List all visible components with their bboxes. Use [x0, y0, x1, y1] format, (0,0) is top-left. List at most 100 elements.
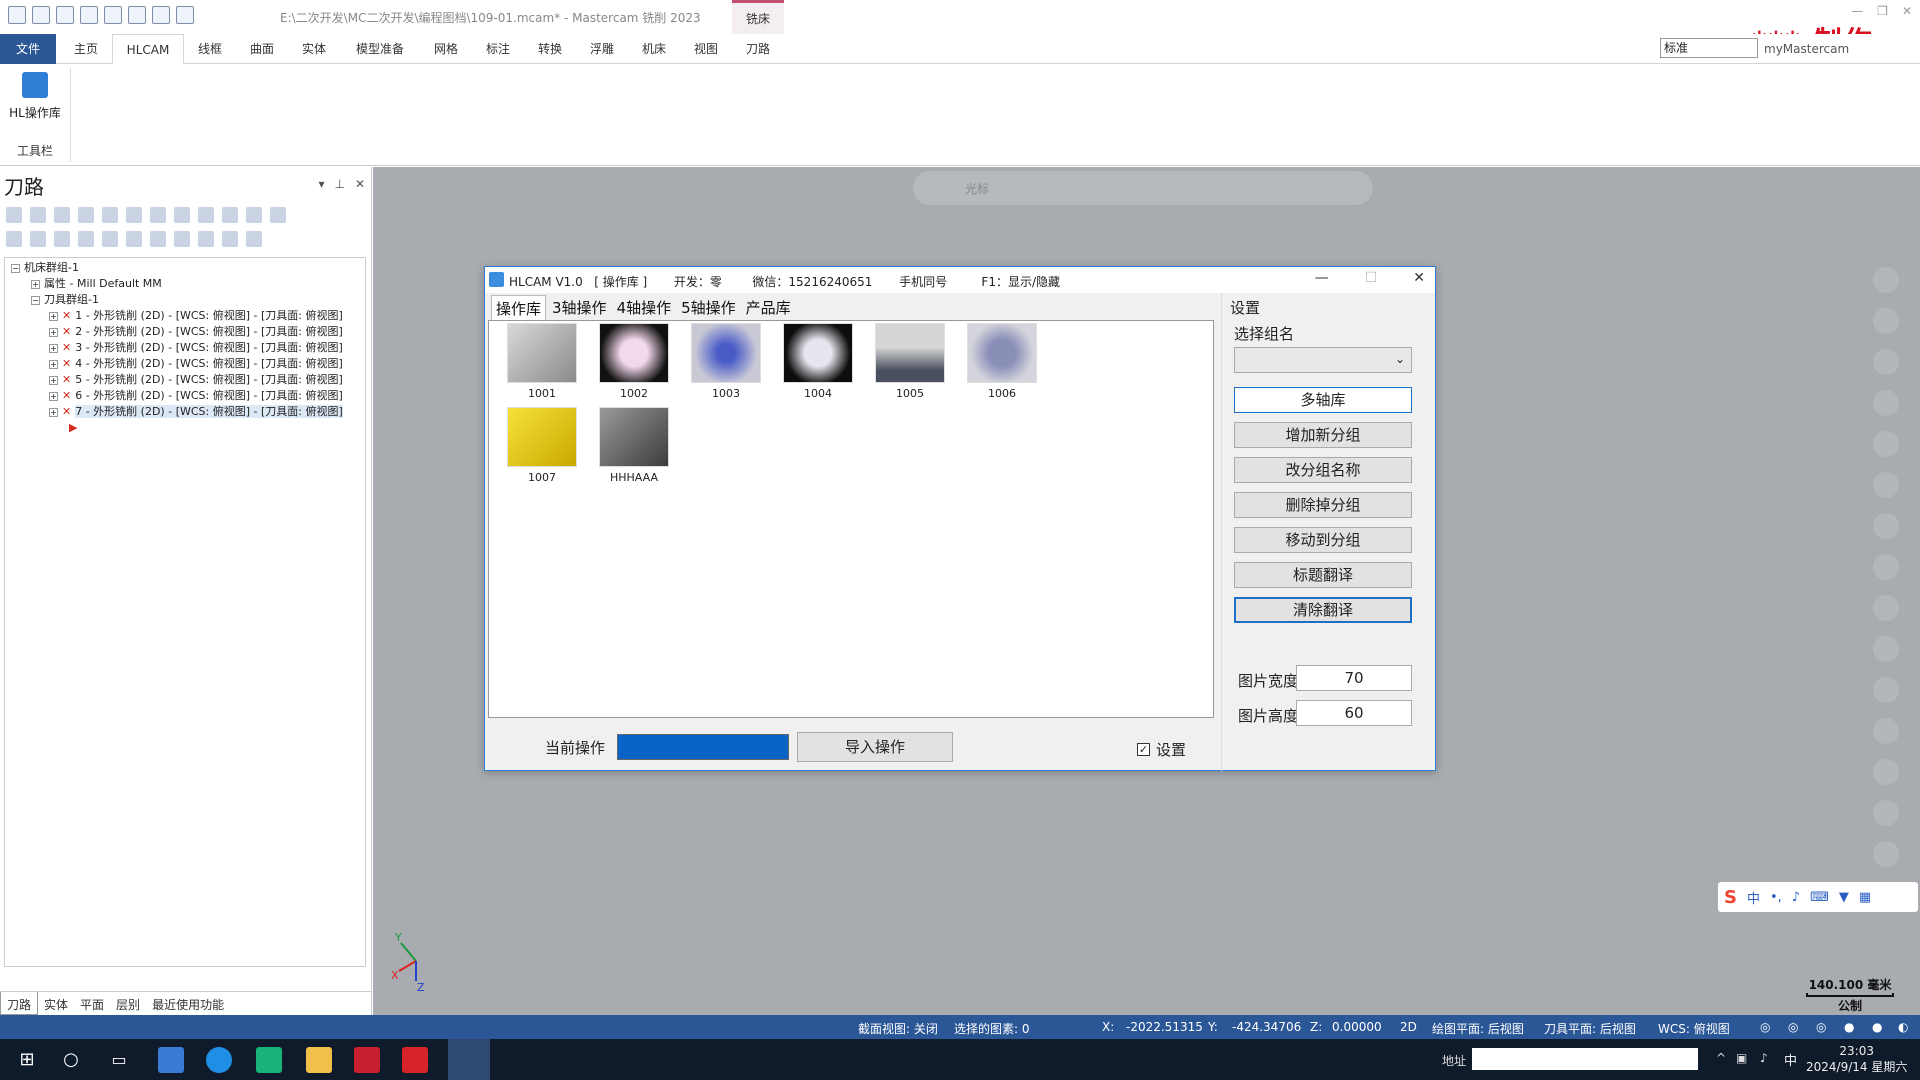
tab-levels-panel[interactable]: 层别 — [110, 992, 146, 1015]
tab-3axis[interactable]: 3轴操作 — [548, 295, 611, 321]
view-icon[interactable] — [222, 231, 238, 247]
cplane-status[interactable]: 绘图平面: 后视图 — [1432, 1020, 1524, 1037]
tab-transform[interactable]: 转换 — [532, 34, 568, 64]
delete-group-button[interactable]: 删除掉分组 — [1234, 492, 1412, 518]
toggle-post-icon[interactable] — [54, 231, 70, 247]
task-view-icon[interactable]: ▭ — [106, 1047, 132, 1073]
tab-file[interactable]: 文件 — [0, 34, 56, 64]
collapse-icon[interactable] — [174, 231, 190, 247]
current-operation-field[interactable] — [617, 734, 789, 760]
pin-icon[interactable]: ⊥ — [334, 177, 344, 191]
move-up-icon[interactable] — [102, 231, 118, 247]
tab-solids-panel[interactable]: 实体 — [38, 992, 74, 1015]
globe-icon[interactable]: ◎ — [1816, 1020, 1826, 1034]
tab-machine[interactable]: 机床 — [636, 34, 672, 64]
layers-icon[interactable] — [1873, 800, 1899, 826]
library-item[interactable]: HHHAAA — [599, 407, 669, 484]
skin-icon[interactable]: ▼ — [1839, 890, 1849, 905]
punctuation-icon[interactable]: •, — [1770, 890, 1782, 905]
deselect-icon[interactable] — [30, 207, 46, 223]
transform-icon[interactable] — [1873, 636, 1899, 662]
dialog-maximize-icon[interactable]: ☐ — [1365, 270, 1378, 286]
taskbar-ime-indicator[interactable]: 中 — [1784, 1050, 1797, 1069]
toolpath-tree[interactable]: − 机床群组-1 + 属性 - Mill Default MM − 刀具群组-1 + ✕… — [4, 257, 366, 967]
library-item[interactable]: 1003 — [691, 323, 761, 400]
add-group-button[interactable]: 增加新分组 — [1234, 422, 1412, 448]
tree-node-machine-group[interactable]: − 机床群组-1 — [11, 260, 79, 276]
keyboard-icon[interactable]: ⌨ — [1810, 890, 1829, 905]
tree-node-operation[interactable]: + ✕ 1 - 外形铣削 (2D) - [WCS: 俯视图] - [刀具面: 俯视图… — [49, 308, 343, 324]
group-name-input[interactable]: 多轴库 — [1234, 387, 1412, 413]
group-icon[interactable] — [198, 231, 214, 247]
settings-checkbox[interactable]: ✓ 设置 — [1137, 739, 1186, 760]
properties-icon[interactable] — [128, 6, 146, 24]
tab-wireframe[interactable]: 线框 — [192, 34, 228, 64]
standard-select[interactable]: 标准 — [1660, 38, 1758, 58]
tray-chevron-icon[interactable]: ^ — [1716, 1051, 1726, 1065]
section-view-status[interactable]: 截面视图: 关闭 — [858, 1020, 938, 1037]
tree-node-operation[interactable]: + ✕ 3 - 外形铣削 (2D) - [WCS: 俯视图] - [刀具面: 俯视图… — [49, 340, 343, 356]
tab-toolpaths-panel[interactable]: 刀路 — [0, 992, 39, 1015]
library-item[interactable]: 1001 — [507, 323, 577, 400]
settings-icon[interactable] — [1873, 841, 1899, 867]
wps-icon[interactable] — [402, 1047, 428, 1073]
wcs-status[interactable]: WCS: 俯视图 — [1658, 1020, 1730, 1037]
move-to-group-button[interactable]: 移动到分组 — [1234, 527, 1412, 553]
checkbox-check-icon[interactable]: ✓ — [1137, 743, 1150, 756]
tab-annotate[interactable]: 标注 — [480, 34, 516, 64]
library-item[interactable]: 1004 — [783, 323, 853, 400]
tab-model-prep[interactable]: 模型准备 — [348, 34, 412, 64]
shade-icon[interactable] — [1873, 554, 1899, 580]
library-item[interactable]: 1002 — [599, 323, 669, 400]
tree-node-operation[interactable]: + ✕ 6 - 外形铣削 (2D) - [WCS: 俯视图] - [刀具面: 俯视图… — [49, 388, 343, 404]
image-height-input[interactable]: 60 — [1296, 700, 1412, 726]
dialog-minimize-icon[interactable]: — — [1315, 270, 1329, 286]
tree-node-operation[interactable]: + ✕ 7 - 外形铣削 (2D) - [WCS: 俯视图] - [刀具面: 俯视图… — [49, 404, 343, 420]
tab-planes-panel[interactable]: 平面 — [74, 992, 110, 1015]
backplot-icon[interactable] — [102, 207, 118, 223]
address-input[interactable] — [1472, 1048, 1698, 1070]
image-width-input[interactable]: 70 — [1296, 665, 1412, 691]
mastercam-icon[interactable] — [354, 1047, 380, 1073]
ime-toolbar[interactable]: S 中 •, ♪ ⌨ ▼ ▦ — [1718, 882, 1918, 912]
curve-icon[interactable] — [1873, 390, 1899, 416]
measure-icon[interactable] — [1873, 472, 1899, 498]
redo-icon[interactable] — [176, 6, 194, 24]
expand-icon[interactable] — [150, 231, 166, 247]
tab-view[interactable]: 视图 — [688, 34, 724, 64]
wireframe-sphere-icon[interactable]: ◐ — [1898, 1020, 1908, 1034]
microphone-icon[interactable]: ♪ — [1792, 890, 1800, 905]
import-operation-button[interactable]: 导入操作 — [797, 732, 953, 762]
insert-arrow-icon[interactable] — [126, 231, 142, 247]
view-cube-icon[interactable] — [1873, 431, 1899, 457]
mymastercam-link[interactable]: myMastercam — [1764, 42, 1849, 56]
toggle-display-icon[interactable] — [30, 231, 46, 247]
dropdown-icon[interactable]: ▾ — [318, 177, 324, 191]
insert-icon[interactable] — [222, 207, 238, 223]
print-icon[interactable] — [80, 6, 98, 24]
hlcam-taskbar-icon[interactable] — [448, 1039, 490, 1080]
new-file-icon[interactable] — [8, 6, 26, 24]
tab-home[interactable]: 主页 — [68, 34, 104, 64]
tab-hlcam[interactable]: HLCAM — [112, 34, 184, 64]
tab-product-library[interactable]: 产品库 — [742, 295, 795, 321]
file-explorer-icon[interactable] — [306, 1047, 332, 1073]
regenerate-dirty-icon[interactable] — [78, 207, 94, 223]
box-icon[interactable] — [1873, 595, 1899, 621]
volume-icon[interactable]: ♪ — [1760, 1051, 1768, 1065]
edge-icon[interactable] — [206, 1047, 232, 1073]
globe-icon[interactable]: ◎ — [1760, 1020, 1770, 1034]
g1-icon[interactable] — [198, 207, 214, 223]
tab-relief[interactable]: 浮雕 — [584, 34, 620, 64]
viewport-toolbar[interactable]: 光标 — [913, 171, 1373, 205]
rename-group-button[interactable]: 改分组名称 — [1234, 457, 1412, 483]
tab-toolpaths[interactable]: 刀路 — [740, 34, 776, 64]
minimize-icon[interactable]: — — [1851, 4, 1863, 18]
clear-translation-button[interactable]: 清除翻译 — [1234, 597, 1412, 623]
post-icon[interactable] — [174, 207, 190, 223]
fill-icon[interactable] — [1873, 677, 1899, 703]
align-icon[interactable] — [1873, 718, 1899, 744]
tab-5axis[interactable]: 5轴操作 — [677, 295, 740, 321]
grid-icon[interactable] — [1873, 759, 1899, 785]
library-item[interactable]: 1005 — [875, 323, 945, 400]
